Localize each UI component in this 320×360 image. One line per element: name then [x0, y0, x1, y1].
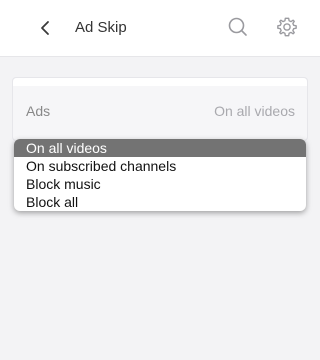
gear-icon	[277, 17, 297, 37]
search-button[interactable]	[224, 13, 252, 41]
settings-button[interactable]	[272, 12, 302, 42]
ads-value[interactable]: On all videos	[214, 102, 295, 120]
chevron-left-icon	[41, 21, 49, 35]
back-button[interactable]	[32, 14, 60, 42]
card-top-strip	[13, 78, 307, 86]
page-title: Ad Skip	[75, 19, 127, 36]
option-block-music[interactable]: Block music	[14, 175, 306, 193]
ads-label: Ads	[26, 103, 51, 119]
ads-dropdown-menu: On all videos On subscribed channels Blo…	[14, 139, 306, 211]
ad-skip-app: Ad Skip Ads On all videos On all videos …	[0, 0, 320, 360]
ads-setting-card: Ads On all videos	[12, 77, 308, 141]
search-icon	[228, 17, 247, 36]
option-on-subscribed-channels[interactable]: On subscribed channels	[14, 157, 306, 175]
option-on-all-videos[interactable]: On all videos	[14, 139, 306, 157]
option-block-all[interactable]: Block all	[14, 193, 306, 211]
header-bar: Ad Skip	[0, 0, 320, 57]
